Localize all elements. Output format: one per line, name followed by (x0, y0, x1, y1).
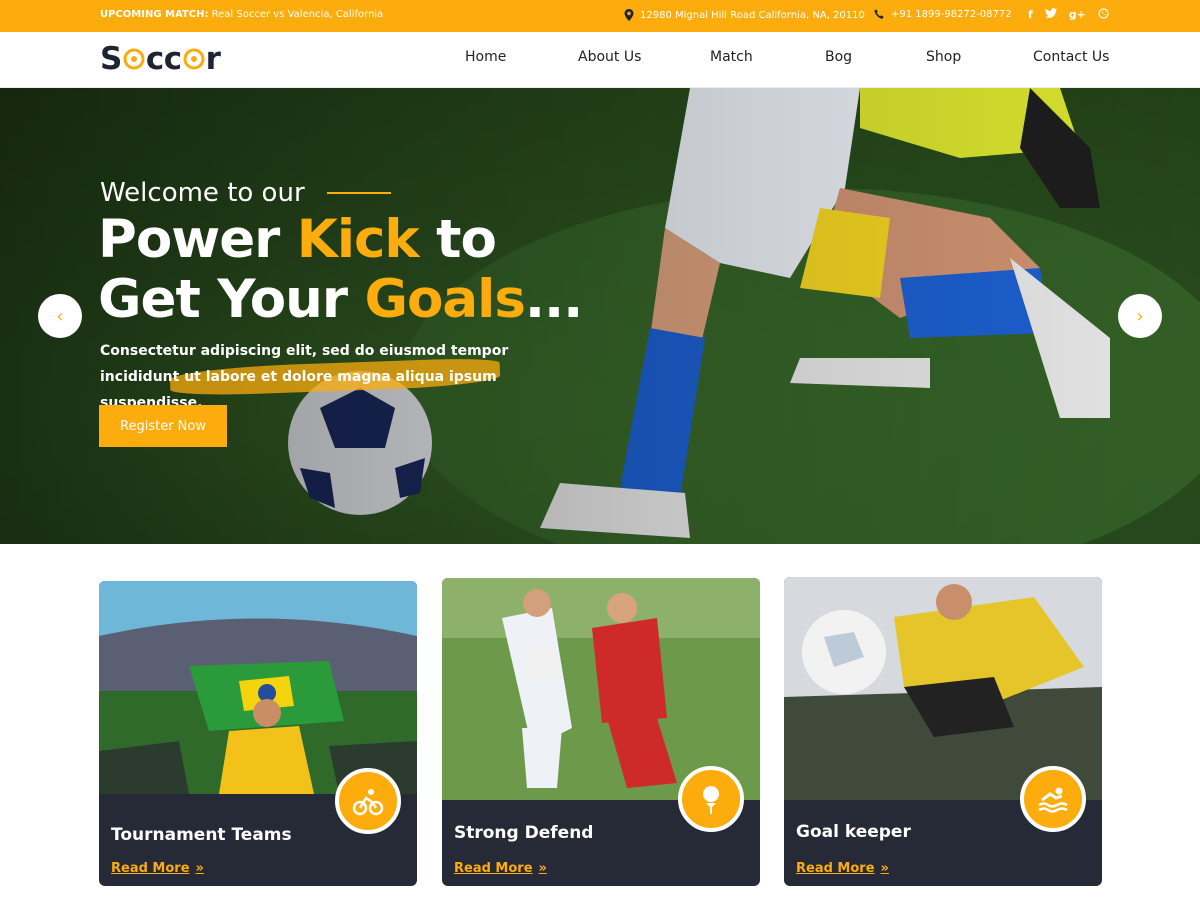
address-text: 12980 Mignal Hill Road California, NA, 2… (640, 9, 865, 21)
headline-line2-start: Get Your (98, 269, 365, 330)
nav-match[interactable]: Match (710, 49, 753, 65)
service-card-tournament[interactable]: Tournament Teams Read More » (99, 581, 417, 886)
headline-line-1: Power Kick to (98, 210, 582, 270)
double-chevron-right-icon: » (538, 861, 547, 876)
double-chevron-right-icon: » (880, 861, 889, 876)
register-now-button[interactable]: Register Now (99, 405, 227, 447)
slider-prev-button[interactable]: ‹ (38, 294, 82, 338)
card-read-more-link[interactable]: Read More » (796, 861, 889, 876)
upcoming-match-label: UPCOMING MATCH: (100, 9, 209, 20)
logo-letters-cc: cc (145, 41, 182, 77)
phone-icon (874, 9, 884, 19)
card-title: Goal keeper (796, 822, 911, 842)
card-photo-stadium-fans (99, 581, 417, 794)
headline-line2-end: ... (524, 269, 583, 330)
hero-headline: Power Kick to Get Your Goals... (98, 210, 583, 330)
nav-contact-us[interactable]: Contact Us (1033, 49, 1109, 65)
main-navbar: S cc r Home About Us Match Bog Shop Cont… (0, 32, 1200, 88)
double-chevron-right-icon: » (195, 861, 204, 876)
card-badge-cycling (335, 768, 401, 834)
nav-shop[interactable]: Shop (926, 49, 961, 65)
social-links: f g+ (1028, 8, 1109, 21)
service-card-defend[interactable]: Strong Defend Read More » (442, 578, 760, 886)
cycling-icon (352, 789, 384, 816)
facebook-icon[interactable]: f (1028, 8, 1033, 21)
read-more-label: Read More (454, 861, 533, 876)
google-plus-icon[interactable]: g+ (1069, 8, 1086, 21)
hero-welcome: Welcome to our (100, 178, 391, 208)
read-more-label: Read More (111, 861, 190, 876)
golf-tee-icon (703, 786, 719, 814)
nav-about-us[interactable]: About Us (578, 49, 641, 65)
whatsapp-icon[interactable] (1098, 8, 1109, 19)
service-card-goalkeeper[interactable]: Goal keeper Read More » (784, 577, 1102, 886)
chevron-right-icon: › (1136, 305, 1144, 327)
logo-letter-s: S (100, 41, 122, 77)
card-read-more-link[interactable]: Read More » (454, 861, 547, 876)
headline-line-2: Get Your Goals... (98, 269, 583, 330)
card-title: Tournament Teams (111, 825, 292, 845)
slider-next-button[interactable]: › (1118, 294, 1162, 338)
welcome-underline (326, 192, 391, 194)
headline-accent-kick: Kick (296, 209, 420, 270)
card-title: Strong Defend (454, 823, 594, 843)
hero-banner: Welcome to our Power Kick to Get Your Go… (0, 88, 1200, 544)
upcoming-match: UPCOMING MATCH: Real Soccer vs Valencia,… (100, 9, 383, 20)
card-badge-golf (678, 766, 744, 832)
card-read-more-link[interactable]: Read More » (111, 861, 204, 876)
soccer-ball-icon-2 (183, 48, 205, 70)
card-badge-swimming (1020, 766, 1086, 832)
swimming-icon (1038, 787, 1068, 813)
address: 12980 Mignal Hill Road California, NA, 2… (624, 9, 865, 21)
nav-bog[interactable]: Bog (825, 49, 852, 65)
read-more-label: Read More (796, 861, 875, 876)
nav-home[interactable]: Home (465, 49, 506, 65)
soccer-ball-icon (123, 48, 145, 70)
twitter-icon[interactable] (1044, 8, 1057, 19)
headline-accent-goals: Goals (364, 269, 525, 330)
hero-welcome-text: Welcome to our (100, 178, 305, 208)
headline-line1-end: to (418, 209, 497, 270)
logo-letter-r: r (205, 41, 221, 77)
map-pin-icon (624, 9, 634, 21)
upcoming-match-text: Real Soccer vs Valencia, California (211, 9, 384, 20)
top-bar: UPCOMING MATCH: Real Soccer vs Valencia,… (0, 0, 1200, 32)
chevron-left-icon: ‹ (56, 305, 64, 327)
site-logo[interactable]: S cc r (100, 41, 221, 77)
headline-line1-start: Power (98, 209, 297, 270)
phone[interactable]: +91 1899-98272-08772 (874, 9, 1012, 20)
phone-text: +91 1899-98272-08772 (891, 9, 1012, 20)
